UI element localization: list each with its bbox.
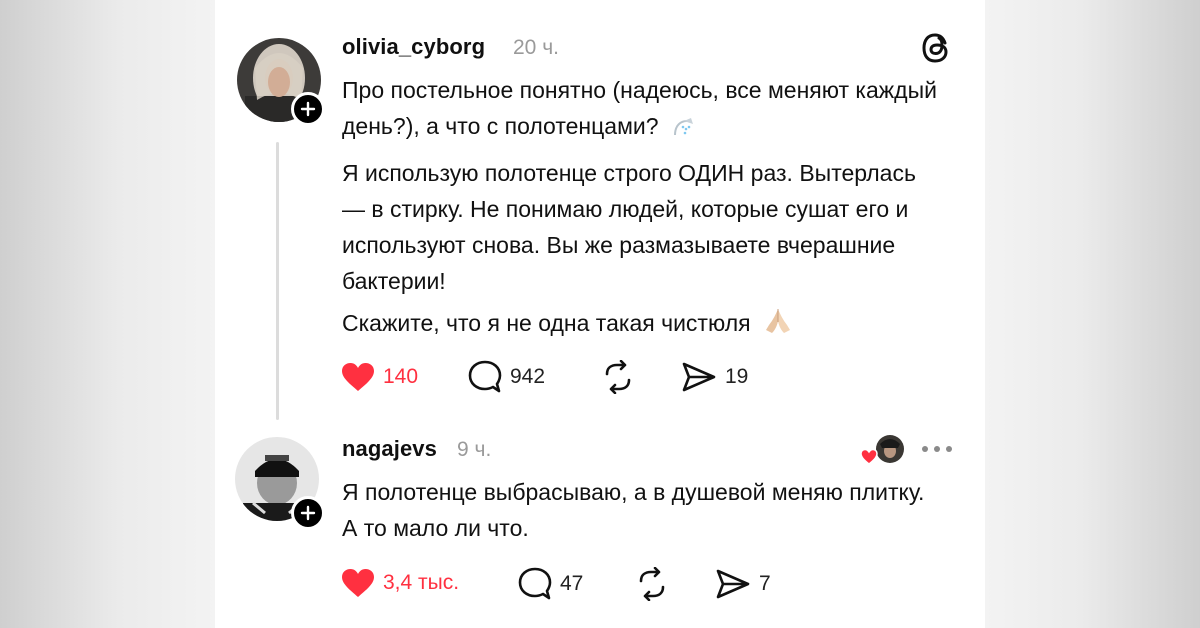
comment-button[interactable]: 942: [468, 360, 545, 394]
paper-plane-icon: [682, 362, 716, 392]
plus-icon: [300, 505, 316, 521]
repost-button[interactable]: [599, 360, 637, 394]
share-count: 19: [725, 365, 749, 388]
paper-plane-icon: [716, 569, 750, 599]
like-button[interactable]: 3,4 тыс.: [341, 568, 459, 598]
praying-hands-icon: [763, 306, 793, 346]
speech-bubble-icon: [518, 567, 552, 600]
shower-icon: [671, 113, 695, 149]
like-button[interactable]: 140: [341, 362, 418, 392]
threads-logo-icon[interactable]: [921, 30, 955, 66]
like-count: 3,4 тыс.: [383, 571, 460, 594]
thread-card: olivia_cyborg 20 ч. Про постельное понят…: [215, 0, 985, 628]
paragraph-text: Скажите, что я не одна такая чистюля: [342, 310, 751, 336]
more-dots-icon: [922, 446, 952, 452]
username[interactable]: olivia_cyborg: [342, 34, 485, 60]
post-body: Про постельное понятно (надеюсь, все мен…: [342, 72, 962, 346]
follow-button[interactable]: [291, 496, 325, 530]
comment-count: 47: [560, 572, 584, 595]
repost-arrows-icon: [639, 567, 665, 601]
plus-icon: [300, 101, 316, 117]
heart-filled-icon: [342, 363, 374, 391]
share-button[interactable]: 7: [715, 567, 771, 601]
heart-filled-icon: [342, 569, 374, 597]
follow-button[interactable]: [291, 92, 325, 126]
heart-avatar-icon: [860, 435, 904, 465]
username[interactable]: nagajevs: [342, 436, 437, 462]
speech-bubble-icon: [468, 360, 502, 393]
background-left: [0, 0, 215, 628]
repost-arrows-icon: [605, 360, 631, 394]
timestamp: 9 ч.: [457, 438, 492, 461]
share-button[interactable]: 19: [681, 360, 748, 394]
post-paragraph: Про постельное понятно (надеюсь, все мен…: [342, 72, 942, 149]
paragraph-text: Про постельное понятно (надеюсь, все мен…: [342, 77, 937, 139]
timestamp: 20 ч.: [513, 36, 559, 59]
liked-by-author-badge: [860, 434, 906, 466]
thread-line: [276, 142, 279, 420]
like-count: 140: [383, 365, 419, 388]
post-body: Я полотенце выбрасываю, а в душевой меня…: [342, 474, 932, 546]
more-options-button[interactable]: [921, 444, 953, 454]
post-paragraph: Скажите, что я не одна такая чистюля: [342, 305, 962, 346]
share-count: 7: [759, 572, 771, 595]
post-paragraph: Я полотенце выбрасываю, а в душевой меня…: [342, 479, 925, 541]
background-right: [985, 0, 1200, 628]
post-paragraph: Я использую полотенце строго ОДИН раз. В…: [342, 160, 916, 294]
comment-count: 942: [510, 365, 546, 388]
comment-button[interactable]: 47: [518, 567, 583, 601]
repost-button[interactable]: [633, 567, 671, 601]
